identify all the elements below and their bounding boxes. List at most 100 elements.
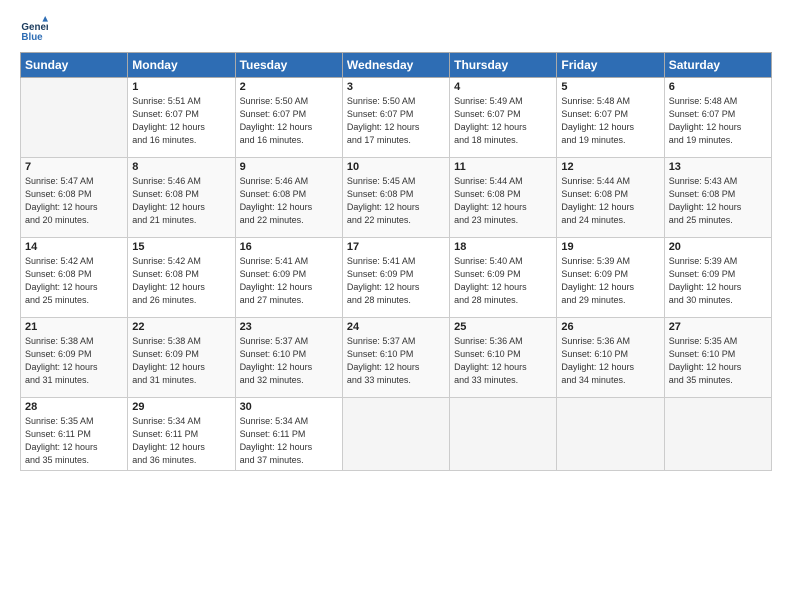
day-info: Sunrise: 5:46 AMSunset: 6:08 PMDaylight:… [132,175,230,227]
day-number: 1 [132,81,230,93]
day-number: 12 [561,161,659,173]
calendar-body: 1 Sunrise: 5:51 AMSunset: 6:07 PMDaylight… [21,78,772,471]
calendar-cell: 9Sunrise: 5:46 AMSunset: 6:08 PMDaylight… [235,158,342,238]
day-info: Sunrise: 5:46 AMSunset: 6:08 PMDaylight:… [240,175,338,227]
weekday-header: Monday [128,53,235,78]
calendar-week-row: 1 Sunrise: 5:51 AMSunset: 6:07 PMDaylight… [21,78,772,158]
day-info: Sunrise: 5:42 AMSunset: 6:08 PMDaylight:… [25,255,123,307]
day-number: 18 [454,241,552,253]
day-number: 3 [347,81,445,93]
calendar-week-row: 28 Sunrise: 5:35 AMSunset: 6:11 PMDayligh… [21,398,772,471]
calendar-cell: 25 Sunrise: 5:36 AMSunset: 6:10 PMDayligh… [450,318,557,398]
calendar-cell: 12 Sunrise: 5:44 AMSunset: 6:08 PMDayligh… [557,158,664,238]
weekday-header: Tuesday [235,53,342,78]
day-number: 4 [454,81,552,93]
calendar-cell: 13 Sunrise: 5:43 AMSunset: 6:08 PMDayligh… [664,158,771,238]
calendar-cell [342,398,449,471]
day-number: 23 [240,321,338,333]
day-info: Sunrise: 5:47 AMSunset: 6:08 PMDaylight:… [25,175,123,227]
calendar-cell: 17 Sunrise: 5:41 AMSunset: 6:09 PMDayligh… [342,238,449,318]
day-info: Sunrise: 5:51 AMSunset: 6:07 PMDaylight:… [132,95,230,147]
calendar-cell: 26 Sunrise: 5:36 AMSunset: 6:10 PMDayligh… [557,318,664,398]
day-info: Sunrise: 5:49 AMSunset: 6:07 PMDaylight:… [454,95,552,147]
day-info: Sunrise: 5:35 AMSunset: 6:11 PMDaylight:… [25,415,123,467]
day-number: 8 [132,161,230,173]
day-number: 20 [669,241,767,253]
calendar-cell: 6 Sunrise: 5:48 AMSunset: 6:07 PMDaylight… [664,78,771,158]
calendar-cell: 30 Sunrise: 5:34 AMSunset: 6:11 PMDayligh… [235,398,342,471]
calendar-cell: 22 Sunrise: 5:38 AMSunset: 6:09 PMDayligh… [128,318,235,398]
calendar-cell: 10 Sunrise: 5:45 AMSunset: 6:08 PMDayligh… [342,158,449,238]
calendar-cell: 1 Sunrise: 5:51 AMSunset: 6:07 PMDaylight… [128,78,235,158]
header: General Blue [20,16,772,44]
calendar-cell [664,398,771,471]
calendar-cell [557,398,664,471]
day-number: 11 [454,161,552,173]
day-number: 13 [669,161,767,173]
day-info: Sunrise: 5:34 AMSunset: 6:11 PMDaylight:… [240,415,338,467]
day-number: 15 [132,241,230,253]
day-info: Sunrise: 5:41 AMSunset: 6:09 PMDaylight:… [240,255,338,307]
day-info: Sunrise: 5:39 AMSunset: 6:09 PMDaylight:… [669,255,767,307]
calendar-cell: 27 Sunrise: 5:35 AMSunset: 6:10 PMDayligh… [664,318,771,398]
day-number: 6 [669,81,767,93]
calendar-week-row: 7 Sunrise: 5:47 AMSunset: 6:08 PMDaylight… [21,158,772,238]
day-number: 7 [25,161,123,173]
calendar-cell: 8 Sunrise: 5:46 AMSunset: 6:08 PMDaylight… [128,158,235,238]
calendar-cell: 3 Sunrise: 5:50 AMSunset: 6:07 PMDaylight… [342,78,449,158]
calendar-cell [450,398,557,471]
logo-icon: General Blue [20,16,48,44]
day-info: Sunrise: 5:42 AMSunset: 6:08 PMDaylight:… [132,255,230,307]
day-number: 25 [454,321,552,333]
day-info: Sunrise: 5:39 AMSunset: 6:09 PMDaylight:… [561,255,659,307]
calendar-cell: 7 Sunrise: 5:47 AMSunset: 6:08 PMDaylight… [21,158,128,238]
day-info: Sunrise: 5:35 AMSunset: 6:10 PMDaylight:… [669,335,767,387]
calendar-week-row: 21 Sunrise: 5:38 AMSunset: 6:09 PMDayligh… [21,318,772,398]
day-info: Sunrise: 5:44 AMSunset: 6:08 PMDaylight:… [561,175,659,227]
calendar-cell [21,78,128,158]
calendar-cell: 4 Sunrise: 5:49 AMSunset: 6:07 PMDaylight… [450,78,557,158]
day-info: Sunrise: 5:45 AMSunset: 6:08 PMDaylight:… [347,175,445,227]
calendar-header-row: SundayMondayTuesdayWednesdayThursdayFrid… [21,53,772,78]
calendar-cell: 15 Sunrise: 5:42 AMSunset: 6:08 PMDayligh… [128,238,235,318]
day-info: Sunrise: 5:43 AMSunset: 6:08 PMDaylight:… [669,175,767,227]
day-number: 26 [561,321,659,333]
page: General Blue SundayMondayTuesdayWednesda… [0,0,792,612]
day-info: Sunrise: 5:40 AMSunset: 6:09 PMDaylight:… [454,255,552,307]
day-info: Sunrise: 5:50 AMSunset: 6:07 PMDaylight:… [347,95,445,147]
day-number: 24 [347,321,445,333]
day-number: 14 [25,241,123,253]
day-info: Sunrise: 5:37 AMSunset: 6:10 PMDaylight:… [347,335,445,387]
day-info: Sunrise: 5:36 AMSunset: 6:10 PMDaylight:… [454,335,552,387]
calendar-cell: 2Sunrise: 5:50 AMSunset: 6:07 PMDaylight… [235,78,342,158]
day-number: 17 [347,241,445,253]
weekday-header: Thursday [450,53,557,78]
day-info: Sunrise: 5:41 AMSunset: 6:09 PMDaylight:… [347,255,445,307]
day-number: 30 [240,401,338,413]
day-info: Sunrise: 5:36 AMSunset: 6:10 PMDaylight:… [561,335,659,387]
calendar-cell: 18 Sunrise: 5:40 AMSunset: 6:09 PMDayligh… [450,238,557,318]
logo: General Blue [20,16,52,44]
calendar-cell: 19 Sunrise: 5:39 AMSunset: 6:09 PMDayligh… [557,238,664,318]
weekday-header: Wednesday [342,53,449,78]
day-number: 21 [25,321,123,333]
day-number: 19 [561,241,659,253]
day-number: 10 [347,161,445,173]
calendar-table: SundayMondayTuesdayWednesdayThursdayFrid… [20,52,772,471]
day-number: 2 [240,81,338,93]
day-number: 22 [132,321,230,333]
day-info: Sunrise: 5:34 AMSunset: 6:11 PMDaylight:… [132,415,230,467]
calendar-cell: 28 Sunrise: 5:35 AMSunset: 6:11 PMDayligh… [21,398,128,471]
day-info: Sunrise: 5:48 AMSunset: 6:07 PMDaylight:… [561,95,659,147]
calendar-cell: 14 Sunrise: 5:42 AMSunset: 6:08 PMDayligh… [21,238,128,318]
weekday-header: Sunday [21,53,128,78]
day-number: 5 [561,81,659,93]
day-number: 28 [25,401,123,413]
day-info: Sunrise: 5:38 AMSunset: 6:09 PMDaylight:… [132,335,230,387]
day-number: 27 [669,321,767,333]
day-info: Sunrise: 5:48 AMSunset: 6:07 PMDaylight:… [669,95,767,147]
weekday-header: Friday [557,53,664,78]
calendar-cell: 5 Sunrise: 5:48 AMSunset: 6:07 PMDaylight… [557,78,664,158]
calendar-cell: 11Sunrise: 5:44 AMSunset: 6:08 PMDayligh… [450,158,557,238]
calendar-week-row: 14 Sunrise: 5:42 AMSunset: 6:08 PMDayligh… [21,238,772,318]
